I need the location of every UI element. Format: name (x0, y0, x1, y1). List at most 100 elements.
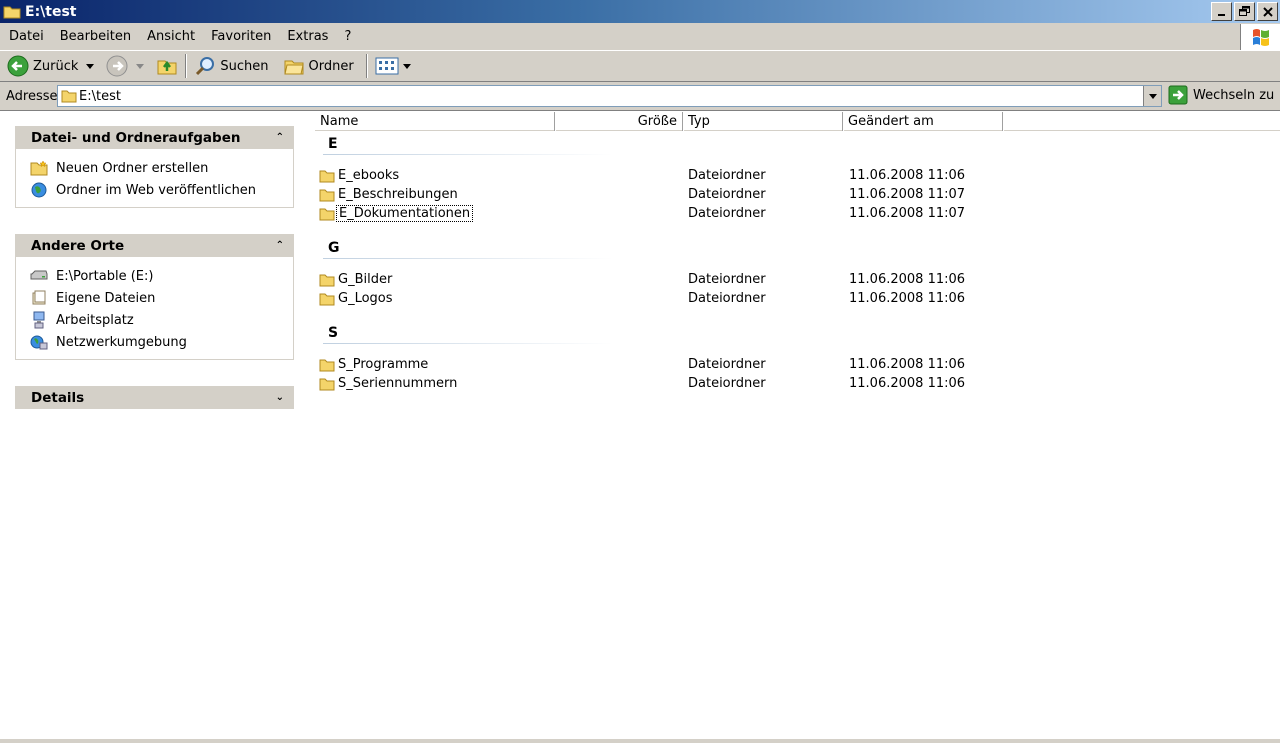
network-icon (30, 333, 48, 351)
collapse-icon[interactable]: ⌃ (276, 240, 284, 251)
toolbar-separator (365, 54, 368, 78)
address-input[interactable]: E:\test (57, 85, 1162, 107)
file-modified: 11.06.2008 11:07 (849, 206, 966, 221)
search-icon (196, 57, 215, 76)
new-folder-icon (30, 159, 48, 177)
folder-up-icon (157, 60, 177, 75)
place-my-documents-label: Eigene Dateien (56, 290, 156, 306)
menu-bearbeiten[interactable]: Bearbeiten (52, 29, 139, 44)
menu-bar: Datei Bearbeiten Ansicht Favoriten Extra… (0, 23, 1280, 51)
file-name: S_Programme (338, 357, 429, 372)
search-button[interactable]: Suchen (190, 52, 272, 80)
file-row[interactable]: S_Programme Dateiordner 11.06.2008 11:06 (319, 355, 1019, 374)
menu-help[interactable]: ? (336, 29, 359, 44)
title-bar[interactable]: E:\test (0, 0, 1280, 23)
go-button[interactable]: Wechseln zu (1168, 85, 1274, 105)
details-box: Details ⌄ (15, 386, 294, 409)
folder-icon (319, 378, 335, 390)
other-places-box: Andere Orte ⌃ E:\Portable (E:) Eigene Da… (15, 234, 294, 360)
folder-icon (61, 90, 77, 103)
file-row[interactable]: E_Dokumentationen Dateiordner 11.06.2008… (319, 204, 1019, 223)
address-bar: Adresse E:\test Wechseln zu (0, 82, 1280, 111)
file-row[interactable]: S_Seriennummern Dateiordner 11.06.2008 1… (319, 374, 1019, 393)
views-icon (375, 57, 399, 75)
views-button[interactable] (371, 52, 419, 80)
collapse-icon[interactable]: ⌃ (276, 132, 284, 143)
group-header: E (328, 136, 338, 152)
place-portable-drive[interactable]: E:\Portable (E:) (30, 265, 293, 287)
window-title: E:\test (25, 3, 77, 20)
address-value: E:\test (79, 88, 121, 104)
drive-icon (30, 267, 48, 285)
folder-icon (319, 293, 335, 305)
column-header-name[interactable]: Name (315, 112, 555, 131)
file-row[interactable]: G_Bilder Dateiordner 11.06.2008 11:06 (319, 270, 1019, 289)
group-divider (323, 154, 613, 155)
task-publish-web-label: Ordner im Web veröffentlichen (56, 182, 257, 198)
place-network-label: Netzwerkumgebung (56, 334, 187, 350)
close-icon (1262, 6, 1273, 17)
file-type: Dateiordner (688, 357, 766, 372)
task-pane: Datei- und Ordneraufgaben ⌃ Neuen Ordner… (0, 112, 310, 740)
file-folder-tasks-header[interactable]: Datei- und Ordneraufgaben ⌃ (15, 126, 294, 149)
address-dropdown-button[interactable] (1143, 86, 1161, 106)
back-button[interactable]: Zurück (3, 52, 102, 80)
file-modified: 11.06.2008 11:06 (849, 291, 966, 306)
task-new-folder-label: Neuen Ordner erstellen (56, 160, 209, 176)
place-my-computer[interactable]: Arbeitsplatz (30, 309, 293, 331)
file-folder-tasks-box: Datei- und Ordneraufgaben ⌃ Neuen Ordner… (15, 126, 294, 208)
folders-icon (283, 60, 304, 75)
file-type: Dateiordner (688, 376, 766, 391)
group-header: S (328, 325, 339, 341)
file-list[interactable]: Name Größe Typ Geändert am E E_ebooks Da… (315, 112, 1280, 740)
place-portable-drive-label: E:\Portable (E:) (56, 268, 154, 284)
folder-icon (319, 359, 335, 371)
file-row[interactable]: E_Beschreibungen Dateiordner 11.06.2008 … (319, 185, 1019, 204)
expand-icon[interactable]: ⌄ (276, 392, 284, 403)
go-label: Wechseln zu (1193, 87, 1275, 103)
menu-favoriten[interactable]: Favoriten (203, 29, 279, 44)
menu-extras[interactable]: Extras (279, 29, 336, 44)
place-my-computer-label: Arbeitsplatz (56, 312, 134, 328)
task-new-folder[interactable]: Neuen Ordner erstellen (30, 157, 293, 179)
status-bar (0, 739, 1280, 743)
back-dropdown-icon[interactable] (86, 63, 95, 69)
column-header-type[interactable]: Typ (683, 112, 843, 131)
file-row[interactable]: G_Logos Dateiordner 11.06.2008 11:06 (319, 289, 1019, 308)
other-places-header[interactable]: Andere Orte ⌃ (15, 234, 294, 257)
views-dropdown-icon[interactable] (402, 63, 411, 69)
restore-icon (1238, 6, 1250, 16)
back-label: Zurück (33, 58, 79, 74)
forward-button[interactable] (102, 52, 152, 80)
file-name: G_Logos (338, 291, 393, 306)
folders-button[interactable]: Ordner (279, 52, 358, 80)
chevron-down-icon (1148, 93, 1157, 99)
file-folder-tasks-title: Datei- und Ordneraufgaben (31, 129, 241, 146)
menu-datei[interactable]: Datei (1, 29, 52, 44)
windows-logo (1240, 24, 1280, 50)
minimize-button[interactable] (1211, 2, 1232, 21)
up-button[interactable] (152, 52, 182, 80)
details-header[interactable]: Details ⌄ (15, 386, 294, 409)
folder-icon (319, 170, 335, 182)
file-row[interactable]: E_ebooks Dateiordner 11.06.2008 11:06 (319, 166, 1019, 185)
forward-dropdown-icon[interactable] (136, 63, 145, 69)
place-my-documents[interactable]: Eigene Dateien (30, 287, 293, 309)
back-arrow-icon (7, 55, 29, 77)
file-type: Dateiordner (688, 187, 766, 202)
place-network[interactable]: Netzwerkumgebung (30, 331, 293, 353)
file-type: Dateiordner (688, 291, 766, 306)
globe-icon (30, 181, 48, 199)
column-header-modified[interactable]: Geändert am (843, 112, 1003, 131)
file-name: E_ebooks (338, 168, 400, 183)
close-button[interactable] (1257, 2, 1278, 21)
column-headers: Name Größe Typ Geändert am (315, 112, 1280, 131)
restore-button[interactable] (1234, 2, 1255, 21)
search-label: Suchen (220, 58, 269, 74)
file-modified: 11.06.2008 11:07 (849, 187, 966, 202)
task-publish-web[interactable]: Ordner im Web veröffentlichen (30, 179, 293, 201)
windows-flag-icon (1252, 29, 1269, 46)
column-header-size[interactable]: Größe (555, 112, 683, 131)
menu-ansicht[interactable]: Ansicht (139, 29, 203, 44)
my-documents-icon (30, 289, 48, 307)
